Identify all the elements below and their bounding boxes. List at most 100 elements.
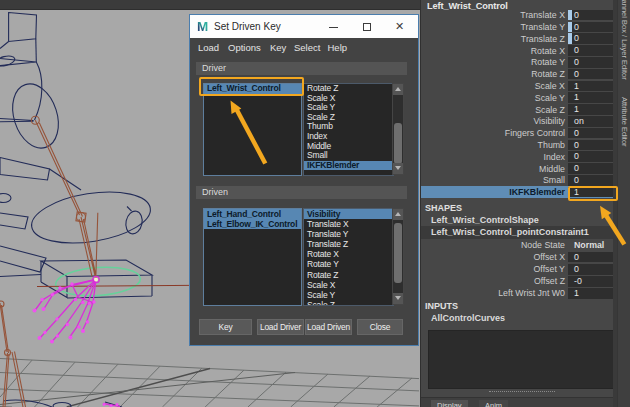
driver-attribute-item[interactable]: IKFKBlemder [304, 161, 393, 171]
attribute-row[interactable]: Offset X0 [421, 251, 614, 263]
driven-objects-list[interactable]: Left_Hand_ControlLeft_Elbow_IK_Control [203, 208, 302, 306]
node-row[interactable]: AllControlCurves [421, 312, 614, 324]
node-row[interactable]: Left_Wrist_ControlShape [421, 214, 614, 226]
driven-attribute-item[interactable]: Scale Z [304, 300, 393, 306]
channel-row[interactable]: Rotate Y0 [421, 56, 614, 68]
driven-attributes-list[interactable]: VisibilityTranslate XTranslate YTranslat… [303, 208, 394, 306]
hand-skeleton-selected [35, 276, 121, 406]
channel-value-field[interactable]: 0 [568, 22, 613, 33]
menu-help[interactable]: Help [328, 38, 348, 60]
channel-value-field[interactable]: 0 [568, 57, 613, 68]
tab-display[interactable]: Display [431, 400, 468, 407]
driven-object-item[interactable]: Left_Elbow_IK_Control [204, 219, 301, 229]
channel-label: Index [421, 151, 565, 163]
driven-attribute-item[interactable]: Rotate X [304, 249, 393, 259]
channel-value-field[interactable]: on [568, 116, 613, 127]
channel-row[interactable]: Index0 [421, 151, 614, 163]
channel-value-field[interactable]: 0 [568, 45, 613, 56]
driven-attribute-item[interactable]: Scale X [304, 280, 393, 290]
hand-joint-dots [33, 282, 119, 407]
channel-box-panel: Left_Wrist_Control Translate X0Translate… [420, 0, 630, 407]
dialog-titlebar[interactable]: M Set Driven Key ✕ [190, 15, 418, 38]
splitter-handle[interactable] [489, 391, 555, 392]
minimize-button[interactable] [317, 15, 350, 38]
menu-load[interactable]: Load [198, 38, 219, 60]
channel-row[interactable]: Rotate X0 [421, 45, 614, 57]
channel-value-field[interactable]: 0 [568, 175, 613, 186]
driver-attributes-list[interactable]: Rotate ZScale XScale YScale ZThumbIndexM… [303, 83, 394, 176]
tab-attribute-editor[interactable]: Attribute Editor [620, 97, 629, 147]
panel-side-tabs: Channel Box / Layer Editor Attribute Edi… [617, 0, 630, 407]
scroll-down-button[interactable] [393, 163, 403, 174]
set-driven-key-dialog: M Set Driven Key ✕ Load Options Key Select H… [189, 14, 419, 346]
channel-value-field[interactable]: 0 [568, 33, 613, 44]
menu-key[interactable]: Key [270, 38, 286, 60]
channel-value-field[interactable]: 0 [568, 140, 613, 151]
channel-row[interactable]: Scale Z1 [421, 104, 614, 116]
channel-row[interactable]: Scale Y1 [421, 92, 614, 104]
channel-row[interactable]: Translate Y0 [421, 21, 614, 33]
driven-attribute-item[interactable]: Translate X [304, 219, 393, 229]
driver-scrollbar[interactable] [392, 83, 404, 175]
driven-attribute-item[interactable]: Visibility [304, 209, 393, 219]
channel-label: Scale Y [421, 92, 565, 104]
attribute-row[interactable]: Offset Z-0 [421, 275, 614, 287]
close-button[interactable]: ✕ [383, 15, 416, 38]
key-button[interactable]: Key [199, 319, 252, 335]
channel-value-field[interactable]: 0 [568, 151, 613, 162]
attribute-label: Offset Y [421, 263, 565, 275]
keyed-marker [568, 33, 572, 44]
attribute-row[interactable]: Node StateNormal [421, 239, 614, 251]
keyed-marker [568, 10, 572, 21]
scroll-up-button[interactable] [393, 84, 403, 95]
channel-row[interactable]: Thumb0 [421, 139, 614, 151]
attribute-row[interactable]: Left Wrist Jnt W01 [421, 287, 614, 299]
node-row[interactable]: Left_Wrist_Control_pointConstraint1 [421, 226, 614, 238]
load-driven-button[interactable]: Load Driven [305, 319, 352, 335]
maximize-icon[interactable] [350, 15, 383, 38]
channel-rows: Translate X0Translate Y0Translate Z0Rota… [421, 9, 614, 198]
channel-value-field[interactable]: 0 [568, 10, 613, 21]
annotation-box-driver-object [199, 77, 304, 96]
channel-row[interactable]: Scale X1 [421, 80, 614, 92]
attribute-value-field[interactable]: -0 [568, 276, 613, 287]
scrollbar-thumb[interactable] [394, 123, 402, 164]
attribute-value-field[interactable]: Normal [568, 240, 613, 251]
scroll-up-button[interactable] [393, 209, 403, 220]
menu-select[interactable]: Select [294, 38, 320, 60]
scroll-down-button[interactable] [393, 293, 403, 304]
driven-attribute-item[interactable]: Rotate Y [304, 259, 393, 269]
scrollbar-thumb[interactable] [394, 223, 402, 283]
channel-row[interactable]: Small0 [421, 174, 614, 186]
channel-value-field[interactable]: 1 [568, 104, 613, 115]
maya-icon: M [196, 20, 209, 33]
driven-attribute-item[interactable]: Scale Y [304, 290, 393, 300]
driven-attribute-item[interactable]: Translate Z [304, 239, 393, 249]
load-driver-button[interactable]: Load Driver [257, 319, 304, 335]
menu-options[interactable]: Options [228, 38, 261, 60]
channel-row[interactable]: Fingers Control0 [421, 127, 614, 139]
channel-row[interactable]: Translate Z0 [421, 33, 614, 45]
channel-value-field[interactable]: 0 [568, 128, 613, 139]
channel-value-field[interactable]: 1 [568, 92, 613, 103]
attribute-value-field[interactable]: 0 [568, 264, 613, 275]
attribute-value-field[interactable]: 0 [568, 252, 613, 263]
channel-row[interactable]: Translate X0 [421, 9, 614, 21]
close-button[interactable]: Close [357, 319, 403, 335]
attribute-value-field[interactable]: 1 [568, 288, 613, 299]
keyed-marker [568, 22, 572, 33]
driven-attribute-item[interactable]: Rotate Z [304, 270, 393, 280]
driven-attribute-item[interactable]: Translate Y [304, 229, 393, 239]
channel-value-field[interactable]: 1 [568, 81, 613, 92]
driven-object-item[interactable]: Left_Hand_Control [204, 209, 301, 219]
channel-row[interactable]: Visibilityon [421, 115, 614, 127]
channel-value-field[interactable]: 0 [568, 69, 613, 80]
channel-value-field[interactable]: 0 [568, 163, 613, 174]
driven-scrollbar[interactable] [392, 208, 404, 305]
attribute-row[interactable]: Offset Y0 [421, 263, 614, 275]
channel-row[interactable]: Rotate Z0 [421, 68, 614, 80]
tab-anim[interactable]: Anim [479, 400, 508, 407]
tab-channel-box-layer-editor[interactable]: Channel Box / Layer Editor [620, 0, 629, 80]
driver-objects-list[interactable]: Left_Wrist_Control [203, 83, 302, 176]
channel-row[interactable]: Middle0 [421, 163, 614, 175]
